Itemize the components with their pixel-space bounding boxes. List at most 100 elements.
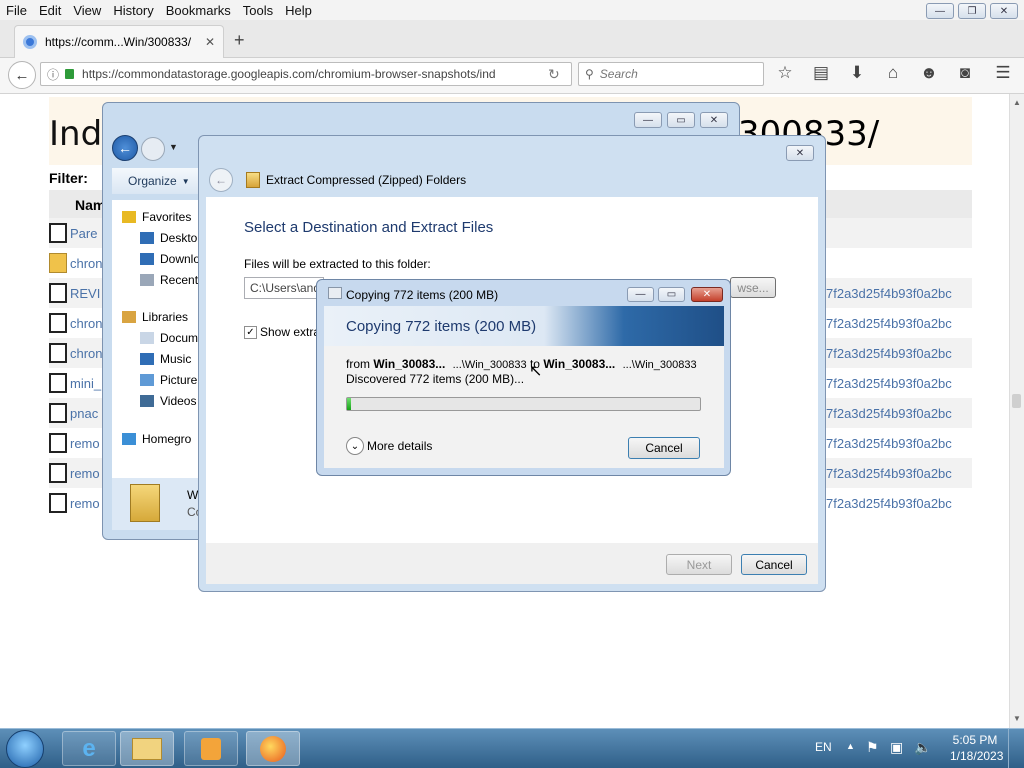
file-link[interactable]: remo: [70, 466, 100, 481]
zip-folder-icon: [246, 172, 260, 188]
file-link[interactable]: REVI: [70, 286, 100, 301]
bookmark-star-icon[interactable]: ☆: [772, 60, 798, 86]
menu-help[interactable]: Help: [279, 3, 318, 18]
more-details-label: More details: [367, 439, 433, 453]
downloads-icon: [140, 252, 154, 265]
copy-minimize-button[interactable]: —: [627, 287, 654, 302]
reading-list-icon[interactable]: ▤: [808, 60, 834, 86]
url-bar[interactable]: ⓘ https://commondatastorage.googleapis.c…: [40, 62, 572, 86]
file-link[interactable]: pnac: [70, 406, 98, 421]
name-column-header[interactable]: Nam: [75, 197, 105, 213]
clock-time: 5:05 PM: [952, 733, 998, 747]
more-details-toggle[interactable]: ⌄ More details: [346, 437, 432, 455]
hash-cell: 7f2a3d25f4b93f0a2bc: [826, 428, 972, 458]
show-desktop-button[interactable]: [1008, 729, 1024, 768]
menu-edit[interactable]: Edit: [33, 3, 67, 18]
firefox-icon: [260, 735, 286, 762]
pictures-icon: [140, 373, 154, 386]
language-indicator[interactable]: EN: [815, 740, 832, 754]
to-name: Win_30083...: [543, 357, 616, 371]
download-icon[interactable]: ⬇: [844, 60, 870, 86]
network-icon[interactable]: ▣: [890, 739, 903, 756]
info-icon[interactable]: ⓘ: [47, 66, 59, 83]
explorer-back-icon[interactable]: ←: [112, 135, 138, 161]
next-button[interactable]: Next: [666, 554, 732, 575]
copy-cancel-label: Cancel: [645, 441, 683, 455]
menu-bar: File Edit View History Bookmarks Tools H…: [0, 0, 1024, 20]
hash-cell: [826, 218, 972, 248]
lock-icon: [65, 69, 75, 79]
file-link[interactable]: remo: [70, 496, 100, 511]
back-button[interactable]: ←: [8, 61, 36, 89]
copy-from-to-line: from Win_30083... ...\Win_300833 to Win_…: [346, 357, 697, 371]
copy-maximize-button[interactable]: ▭: [658, 287, 685, 302]
menu-file[interactable]: File: [0, 3, 33, 18]
sidebar-item-label: Libraries: [142, 309, 189, 324]
file-link[interactable]: chron: [70, 256, 103, 271]
taskbar-firefox-button[interactable]: [246, 731, 300, 766]
start-button[interactable]: [6, 730, 44, 768]
explorer-details-pane: W Co: [112, 478, 208, 530]
taskbar-media-button[interactable]: [184, 731, 238, 766]
browse-button[interactable]: wse...: [730, 277, 776, 298]
copy-close-button[interactable]: ✕: [691, 287, 723, 302]
file-link[interactable]: chron: [70, 316, 103, 331]
browser-minimize-button[interactable]: —: [926, 3, 954, 19]
copy-dialog-title: Copying 772 items (200 MB): [346, 288, 499, 302]
sidebar-item-label: Videos: [160, 393, 197, 408]
new-tab-icon[interactable]: +: [234, 30, 245, 51]
action-center-flag-icon[interactable]: ⚑: [866, 739, 879, 756]
show-hidden-icons-icon[interactable]: ▲: [846, 741, 855, 751]
wizard-close-button[interactable]: ✕: [786, 145, 814, 161]
explorer-maximize-button[interactable]: ▭: [667, 112, 695, 128]
menu-bookmarks[interactable]: Bookmarks: [160, 3, 237, 18]
file-link[interactable]: chron: [70, 346, 103, 361]
chat-icon[interactable]: ☻: [916, 60, 942, 86]
hash-cell: 7f2a3d25f4b93f0a2bc: [826, 398, 972, 428]
show-files-checkbox[interactable]: ✓ Show extra: [244, 325, 320, 339]
file-icon: [49, 313, 67, 333]
hash-cell: [826, 248, 972, 278]
pocket-icon[interactable]: ◙: [952, 60, 978, 86]
wizard-title: Extract Compressed (Zipped) Folders: [266, 173, 467, 187]
chevron-down-icon: ▼: [181, 176, 190, 186]
home-icon[interactable]: ⌂: [880, 60, 906, 86]
search-placeholder: Search: [599, 67, 638, 81]
search-input[interactable]: ⚲ Search: [578, 62, 764, 86]
sidebar-item-label: Picture: [160, 372, 198, 387]
clock-date: 1/18/2023: [950, 749, 1004, 763]
close-tab-icon[interactable]: ✕: [205, 35, 215, 49]
reload-icon[interactable]: ↻: [548, 66, 560, 83]
explorer-close-button[interactable]: ✕: [700, 112, 728, 128]
destination-field[interactable]: C:\Users\and: [244, 277, 324, 299]
clock[interactable]: 5:05 PM 1/18/2023: [950, 733, 1004, 763]
file-link[interactable]: remo: [70, 436, 100, 451]
browser-restore-button[interactable]: ❐: [958, 3, 986, 19]
history-dropdown-icon[interactable]: ▼: [169, 142, 178, 152]
page-scrollbar[interactable]: ▲ ▼: [1009, 94, 1024, 728]
checkbox-checked-icon: ✓: [244, 325, 257, 339]
copy-cancel-button[interactable]: Cancel: [628, 437, 700, 459]
menu-tools[interactable]: Tools: [237, 3, 279, 18]
organize-button[interactable]: Organize ▼: [112, 168, 202, 194]
sidebar-item-label: Music: [160, 351, 192, 366]
folder-icon: [49, 253, 67, 273]
file-link[interactable]: mini_: [70, 376, 101, 391]
menu-history[interactable]: History: [107, 3, 159, 18]
file-icon: [49, 283, 67, 303]
hamburger-menu-icon[interactable]: ☰: [990, 60, 1016, 86]
wizard-cancel-button[interactable]: Cancel: [741, 554, 807, 575]
taskbar-explorer-button[interactable]: [120, 731, 174, 766]
search-icon: ⚲: [585, 67, 594, 81]
wizard-cancel-label: Cancel: [755, 557, 793, 572]
browser-tab[interactable]: https://comm...Win/300833/ ✕: [14, 25, 224, 58]
explorer-minimize-button[interactable]: —: [634, 112, 662, 128]
folder-label: Files will be extracted to this folder:: [244, 257, 431, 271]
volume-muted-icon[interactable]: 🔈: [914, 739, 931, 756]
wizard-back-icon[interactable]: ←: [209, 168, 233, 192]
file-link[interactable]: Pare: [70, 226, 97, 241]
browser-close-button[interactable]: ✕: [990, 3, 1018, 19]
taskbar-ie-button[interactable]: e: [62, 731, 116, 766]
menu-view[interactable]: View: [67, 3, 107, 18]
explorer-forward-icon[interactable]: [141, 137, 165, 161]
